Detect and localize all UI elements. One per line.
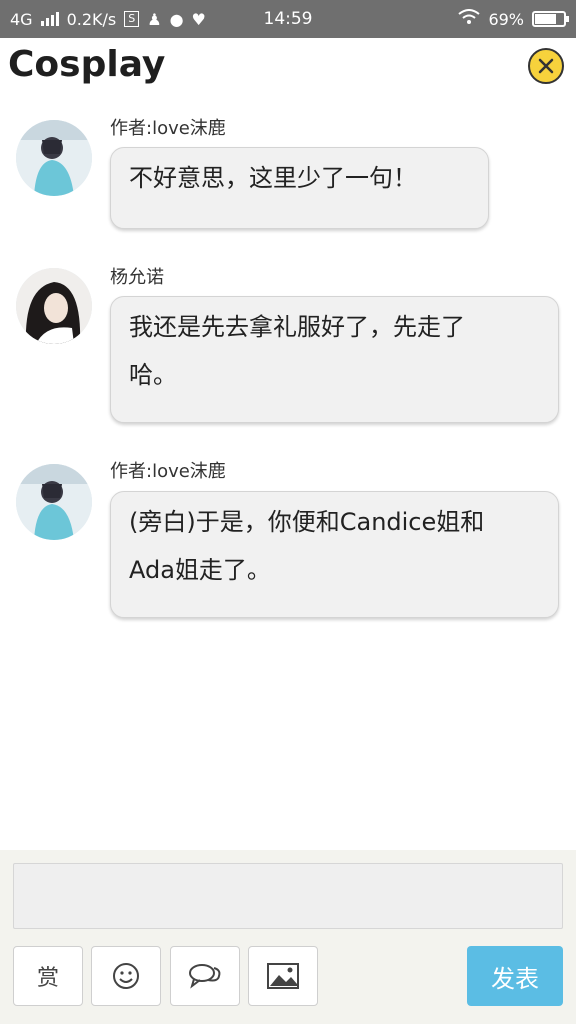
composer-bar: 赏 发表 xyxy=(0,850,576,1024)
comment-input[interactable] xyxy=(13,863,563,929)
page-title: Cosplay xyxy=(8,44,166,85)
image-button[interactable] xyxy=(248,946,318,1006)
message-bubble[interactable]: (旁白)于是，你便和Candice姐和 Ada姐走了。 xyxy=(110,491,559,618)
close-icon xyxy=(538,58,554,74)
battery-icon xyxy=(532,11,569,27)
battery-percent: 69% xyxy=(488,9,524,29)
tip-button-label: 赏 xyxy=(36,966,59,991)
sender-name: 作者:love沫鹿 xyxy=(110,461,226,482)
message-text-line: 不好意思，这里少了一句！ xyxy=(129,164,417,192)
send-button[interactable]: 发表 xyxy=(467,946,563,1006)
message-text-line: (旁白)于是，你便和Candice姐和 xyxy=(129,508,485,536)
status-bar: 4G 0.2K/s S ♟ ● ♥ 14:59 69% xyxy=(0,0,576,38)
chat-bubbles-icon xyxy=(189,964,221,989)
message-text-line: 哈。 xyxy=(129,361,177,389)
chat-button[interactable] xyxy=(170,946,240,1006)
message-bubble[interactable]: 我还是先去拿礼服好了，先走了 哈。 xyxy=(110,296,559,423)
avatar[interactable] xyxy=(16,464,92,540)
avatar[interactable] xyxy=(16,120,92,196)
sender-name: 杨允诺 xyxy=(110,267,164,288)
wifi-icon xyxy=(458,9,481,29)
close-button[interactable] xyxy=(528,48,564,84)
tip-button[interactable]: 赏 xyxy=(13,946,83,1006)
message-text-line: Ada姐走了。 xyxy=(129,556,271,584)
send-button-label: 发表 xyxy=(491,964,539,993)
message-text-line: 我还是先去拿礼服好了，先走了 xyxy=(129,313,465,341)
app-header: Cosplay xyxy=(0,38,576,98)
sender-name: 作者:love沫鹿 xyxy=(110,118,226,139)
avatar[interactable] xyxy=(16,268,92,344)
emoji-button[interactable] xyxy=(91,946,161,1006)
emoji-icon xyxy=(113,963,139,989)
battery-fill xyxy=(535,14,556,24)
message-bubble[interactable]: 不好意思，这里少了一句！ xyxy=(110,147,489,229)
image-icon xyxy=(267,963,299,989)
